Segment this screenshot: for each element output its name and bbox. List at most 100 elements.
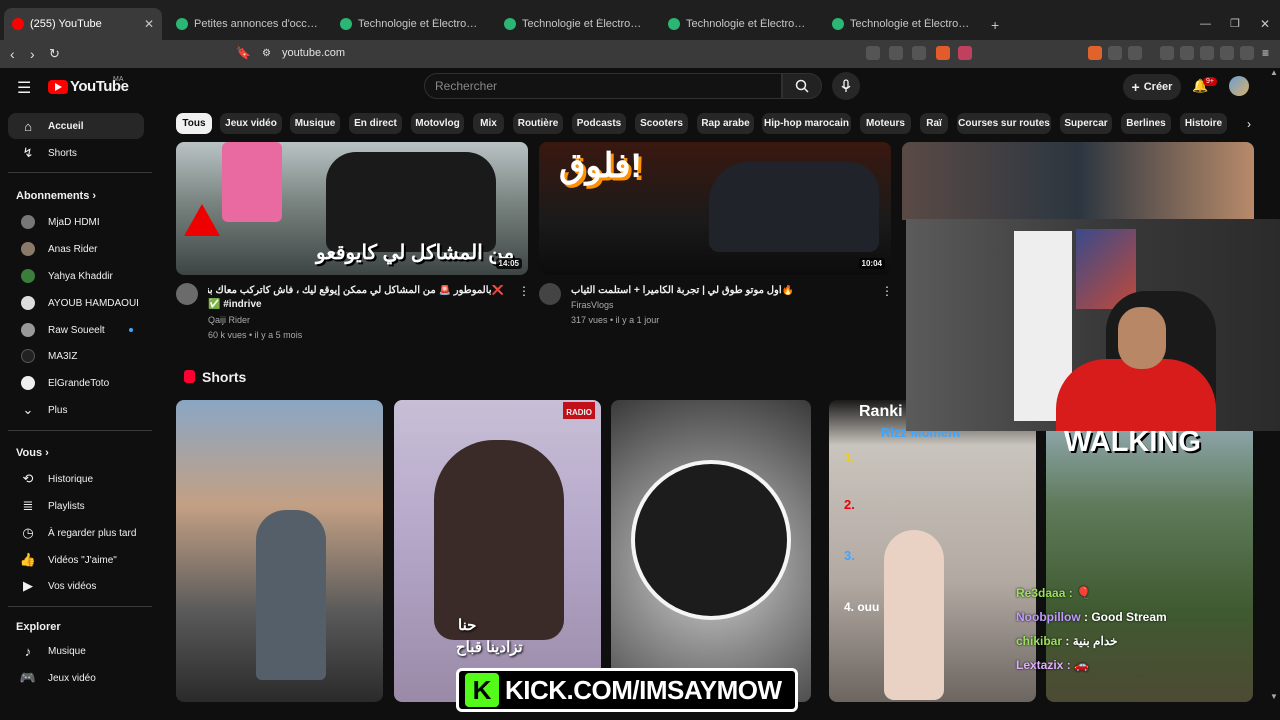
brave-shield-icon[interactable]: [936, 46, 950, 60]
chip-tous[interactable]: Tous: [176, 113, 212, 134]
sidebar-item-yahya-khaddir[interactable]: Yahya Khaddir: [8, 263, 144, 289]
chip-berlines[interactable]: Berlines: [1121, 113, 1171, 134]
close-window-icon[interactable]: ✕: [1260, 17, 1270, 31]
short-card[interactable]: Ranki Rizz Moment 1. 2. 3. 4. ouu 😉: [829, 400, 1036, 702]
video-thumbnail[interactable]: [902, 142, 1254, 220]
video-thumbnail[interactable]: من المشاكل لي كايوقعو 14:05: [176, 142, 528, 275]
search-input[interactable]: Rechercher: [424, 73, 782, 99]
profile-icon[interactable]: [1240, 46, 1254, 60]
more-options-icon[interactable]: ⋮: [881, 284, 893, 298]
chip-podcasts[interactable]: Podcasts: [572, 113, 626, 134]
tab-technologie-3[interactable]: Technologie et Électronique d'Occasi: [660, 8, 818, 40]
sidebar-item-elgrandetoto[interactable]: ElGrandeToto: [8, 370, 144, 396]
sidebar-item-jeux-video[interactable]: 🎮 Jeux vidéo: [8, 665, 144, 691]
sidebar-item-accueil[interactable]: ⌂ Accueil: [8, 113, 144, 139]
chip-motovlog[interactable]: Motovlog: [411, 113, 464, 134]
avatar[interactable]: [1229, 76, 1249, 96]
avatar[interactable]: [539, 283, 561, 305]
leo-ai-icon[interactable]: [1200, 46, 1214, 60]
new-tab-icon[interactable]: +: [991, 17, 999, 33]
sidebar-item-historique[interactable]: ⟲ Historique: [8, 466, 144, 492]
chip-musique[interactable]: Musique: [290, 113, 340, 134]
kick-url-text: KICK.COM/IMSAYMOW: [505, 674, 782, 705]
chip-supercar[interactable]: Supercar: [1060, 113, 1112, 134]
short-card[interactable]: RADIO حنا تزادينا قباح: [394, 400, 601, 702]
url-field[interactable]: youtube.com: [282, 47, 345, 59]
sidebar-item-playlists[interactable]: ≣ Playlists: [8, 493, 144, 519]
extension-icon[interactable]: [1088, 46, 1102, 60]
sidebar-item-liked-videos[interactable]: 👍 Vidéos "J'aime": [8, 547, 144, 573]
minimize-icon[interactable]: —: [1200, 18, 1211, 30]
tab-technologie-4[interactable]: Technologie et Électronique d'Occas: [824, 8, 982, 40]
youtube-logo-icon[interactable]: [48, 80, 68, 94]
rewards-icon[interactable]: [958, 46, 972, 60]
video-title[interactable]: 🔥أول موتو طوق لي | تجربة الكاميرا + استل…: [571, 285, 871, 296]
shorts-icon: ↯: [22, 145, 34, 160]
tab-annonces[interactable]: Petites annonces d'occasion, gratuite: [168, 8, 326, 40]
extensions-puzzle-icon[interactable]: [1108, 46, 1122, 60]
hamburger-menu-icon[interactable]: ☰: [17, 78, 31, 98]
sidebar-item-mjad-hdmi[interactable]: MjaD HDMI: [8, 209, 144, 235]
chip-routiere[interactable]: Routière: [513, 113, 563, 134]
sidebar-item-ma3iz[interactable]: MA3IZ: [8, 343, 144, 369]
short-card[interactable]: [611, 400, 811, 702]
close-tab-icon[interactable]: ✕: [144, 17, 154, 31]
chip-courses-sur-routes[interactable]: Courses sur routes: [957, 113, 1051, 134]
sidebar-item-ayoub-hamdaoui[interactable]: AYOUB HAMDAOUI: [8, 290, 144, 316]
search-button[interactable]: [782, 73, 822, 99]
chip-rai[interactable]: Raï: [920, 113, 948, 134]
site-info-icon[interactable]: ⚙: [262, 48, 271, 59]
sidebar-toggle-icon[interactable]: [1160, 46, 1174, 60]
chip-en-direct[interactable]: En direct: [349, 113, 402, 134]
tab-youtube[interactable]: (255) YouTube ✕: [4, 8, 162, 40]
sidebar-item-vos-videos[interactable]: ▶ Vos vidéos: [8, 573, 144, 599]
short-card[interactable]: [176, 400, 383, 702]
cast-icon[interactable]: [889, 46, 903, 60]
bookmark-icon[interactable]: 🔖: [236, 46, 251, 60]
menu-icon[interactable]: ≡: [1262, 46, 1269, 60]
sidebar-subscriptions-title[interactable]: Abonnements ›: [16, 190, 96, 202]
video-thumbnail[interactable]: فلوق! 10:04: [539, 142, 891, 275]
sidebar-item-musique[interactable]: ♪ Musique: [8, 638, 144, 664]
video-title-hashtag[interactable]: ✅ #indrive: [208, 299, 262, 310]
sidebar-item-shorts[interactable]: ↯ Shorts: [8, 140, 144, 166]
chip-jeux-video[interactable]: Jeux vidéo: [220, 113, 282, 134]
sidebar-you-title[interactable]: Vous ›: [16, 447, 49, 459]
channel-name[interactable]: FirasVlogs: [571, 300, 614, 310]
short-card[interactable]: WALKING: [1046, 400, 1253, 702]
reload-icon[interactable]: ↻: [49, 46, 60, 62]
tab-technologie-1[interactable]: Technologie et Électronique d'Occasi: [332, 8, 490, 40]
screenshot-icon[interactable]: [1128, 46, 1142, 60]
forward-icon[interactable]: ›: [30, 46, 35, 62]
translate-icon[interactable]: [866, 46, 880, 60]
avatar[interactable]: [176, 283, 198, 305]
vpn-icon[interactable]: [1220, 46, 1234, 60]
thumbnail-text: من المشاكل لي كايوقعو: [316, 242, 515, 264]
sidebar-item-anas-rider[interactable]: Anas Rider: [8, 236, 144, 262]
sidebar-item-plus[interactable]: ⌄ Plus: [8, 397, 144, 423]
tab-technologie-2[interactable]: Technologie et Électronique d'Occasi: [496, 8, 654, 40]
channel-name[interactable]: Qaiji Rider: [208, 315, 250, 325]
chips-next-chevron-icon[interactable]: ›: [1238, 113, 1260, 134]
back-icon[interactable]: ‹: [10, 46, 15, 62]
chevron-right-icon: ›: [45, 447, 49, 459]
video-title[interactable]: ❌بالموطور 🚨 من المشاكل لي ممكن إيوقع ليك…: [208, 285, 504, 296]
short-figure: [434, 440, 564, 640]
voice-search-button[interactable]: [832, 72, 860, 100]
scroll-up-arrow-icon[interactable]: ▲: [1270, 68, 1278, 77]
duration-badge: 14:05: [495, 258, 522, 269]
share-icon[interactable]: [912, 46, 926, 60]
chip-scooters[interactable]: Scooters: [635, 113, 688, 134]
more-options-icon[interactable]: ⋮: [518, 284, 530, 298]
restore-icon[interactable]: ❐: [1230, 17, 1240, 30]
chip-mix[interactable]: Mix: [473, 113, 504, 134]
chip-rap-arabe[interactable]: Rap arabe: [697, 113, 754, 134]
wallet-icon[interactable]: [1180, 46, 1194, 60]
chip-histoire[interactable]: Histoire: [1180, 113, 1227, 134]
chip-hip-hop-marocain[interactable]: Hip-hop marocain: [762, 113, 851, 134]
create-button[interactable]: + Créer: [1123, 74, 1181, 100]
sidebar-item-raw-soueelt[interactable]: Raw Soueelt: [8, 317, 144, 343]
scroll-down-arrow-icon[interactable]: ▼: [1270, 692, 1278, 701]
sidebar-item-watch-later[interactable]: ◷ À regarder plus tard: [8, 520, 144, 546]
chip-moteurs[interactable]: Moteurs: [860, 113, 911, 134]
